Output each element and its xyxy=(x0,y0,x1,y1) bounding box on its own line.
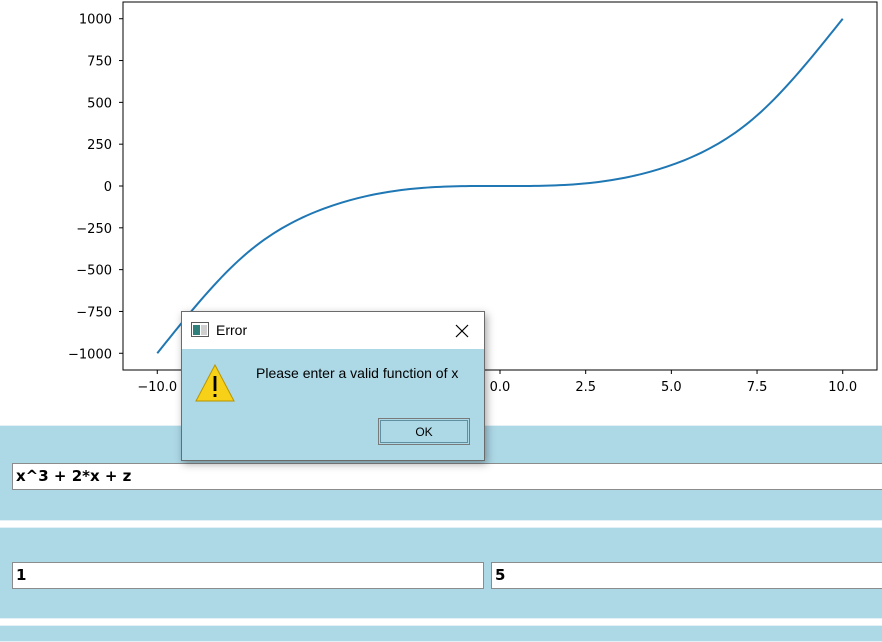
range-max-input[interactable]: 5 xyxy=(491,562,882,589)
x-tick-label: 2.5 xyxy=(575,380,596,395)
range-panel: 1 5 xyxy=(0,527,882,619)
y-tick-label: −500 xyxy=(76,264,112,279)
y-tick-label: −750 xyxy=(76,305,112,320)
y-tick-label: 0 xyxy=(104,180,112,195)
x-tick-label: −10.0 xyxy=(137,380,177,395)
series-line xyxy=(156,18,844,354)
y-tick-label: 500 xyxy=(87,96,112,111)
y-tick-label: 1000 xyxy=(79,13,112,28)
close-button[interactable] xyxy=(440,312,484,349)
x-tick-label: 5.0 xyxy=(661,380,682,395)
y-tick-label: 250 xyxy=(87,138,112,153)
x-tick-label: 10.0 xyxy=(828,380,857,395)
warning-icon xyxy=(195,363,235,402)
dialog-title: Error xyxy=(216,322,248,338)
function-input[interactable]: x^3 + 2*x + z xyxy=(12,463,882,490)
bottom-panel xyxy=(0,625,882,642)
dialog-titlebar[interactable]: Error xyxy=(182,312,484,349)
ok-button[interactable]: OK xyxy=(378,418,470,445)
dialog-message: Please enter a valid function of x xyxy=(256,365,459,381)
error-dialog: Error Please enter a valid function of x… xyxy=(181,311,485,461)
y-tick-label: −250 xyxy=(76,222,112,237)
app-window-icon xyxy=(191,322,209,337)
x-tick-label: 7.5 xyxy=(747,380,768,395)
range-min-input[interactable]: 1 xyxy=(12,562,484,589)
y-tick-label: −1000 xyxy=(68,347,112,362)
x-tick-label: 0.0 xyxy=(490,380,511,395)
close-icon xyxy=(455,324,469,337)
y-tick-label: 750 xyxy=(87,55,112,70)
